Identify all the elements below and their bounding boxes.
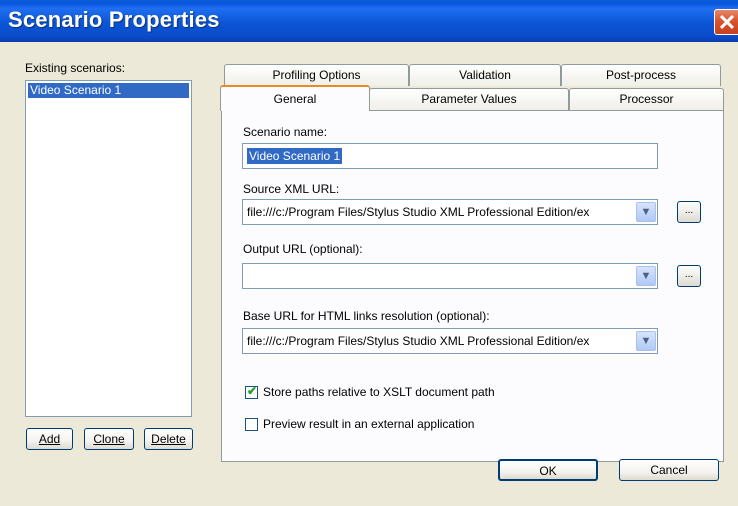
checkmark-icon: ✔ xyxy=(247,384,258,398)
title-bar: Scenario Properties ✕ xyxy=(0,0,738,42)
source-url-browse-button[interactable]: ... xyxy=(677,201,701,223)
chevron-down-icon: ▼ xyxy=(640,335,652,347)
output-url-dropdown-button[interactable]: ▼ xyxy=(636,266,656,286)
tab-post-process[interactable]: Post-process xyxy=(561,64,721,86)
scenario-properties-dialog: Scenario Properties ✕ Existing scenarios… xyxy=(0,0,738,506)
source-xml-url-value: file:///c:/Program Files/Stylus Studio X… xyxy=(247,205,590,219)
clone-button-label: Clone xyxy=(93,432,125,446)
store-paths-checkbox[interactable]: ✔ xyxy=(245,384,258,399)
window-title: Scenario Properties xyxy=(8,7,220,32)
clone-button[interactable]: Clone xyxy=(84,428,134,450)
output-url-combobox[interactable] xyxy=(242,263,658,289)
chevron-down-icon: ▼ xyxy=(640,270,652,282)
output-url-label: Output URL (optional): xyxy=(243,242,363,256)
source-url-dropdown-button[interactable]: ▼ xyxy=(636,202,656,222)
scenarios-listbox[interactable]: Video Scenario 1 xyxy=(25,80,192,417)
scenario-item-video-scenario-1[interactable]: Video Scenario 1 xyxy=(28,83,189,98)
tab-processor[interactable]: Processor xyxy=(569,88,724,110)
source-xml-url-combobox[interactable]: file:///c:/Program Files/Stylus Studio X… xyxy=(242,199,658,225)
scenario-name-input[interactable]: Video Scenario 1 xyxy=(242,143,658,169)
delete-button-label: Delete xyxy=(151,432,186,446)
add-button[interactable]: Add xyxy=(26,428,73,450)
scenario-name-label: Scenario name: xyxy=(243,125,328,139)
base-url-value: file:///c:/Program Files/Stylus Studio X… xyxy=(247,334,590,348)
ok-button[interactable]: OK xyxy=(498,459,598,481)
existing-scenarios-label: Existing scenarios: xyxy=(25,61,126,75)
close-icon: ✕ xyxy=(717,10,737,35)
scenario-name-value: Video Scenario 1 xyxy=(247,148,343,164)
add-button-label: Add xyxy=(38,432,61,446)
store-paths-label[interactable]: Store paths relative to XSLT document pa… xyxy=(263,385,495,399)
base-url-combobox[interactable]: file:///c:/Program Files/Stylus Studio X… xyxy=(242,328,658,354)
tab-general[interactable]: General xyxy=(220,85,370,111)
tab-profiling-options[interactable]: Profiling Options xyxy=(224,64,409,86)
tab-parameter-values[interactable]: Parameter Values xyxy=(369,88,569,110)
delete-button[interactable]: Delete xyxy=(144,428,193,450)
base-url-label: Base URL for HTML links resolution (opti… xyxy=(243,309,490,323)
base-url-dropdown-button[interactable]: ▼ xyxy=(636,331,656,351)
cancel-button[interactable]: Cancel xyxy=(619,459,719,481)
tab-validation[interactable]: Validation xyxy=(409,64,561,86)
preview-result-checkbox[interactable] xyxy=(245,418,258,431)
preview-result-label[interactable]: Preview result in an external applicatio… xyxy=(263,417,474,431)
chevron-down-icon: ▼ xyxy=(640,206,652,218)
close-button[interactable]: ✕ xyxy=(714,9,738,35)
output-url-browse-button[interactable]: ... xyxy=(677,265,701,287)
source-xml-url-label: Source XML URL: xyxy=(243,182,340,196)
